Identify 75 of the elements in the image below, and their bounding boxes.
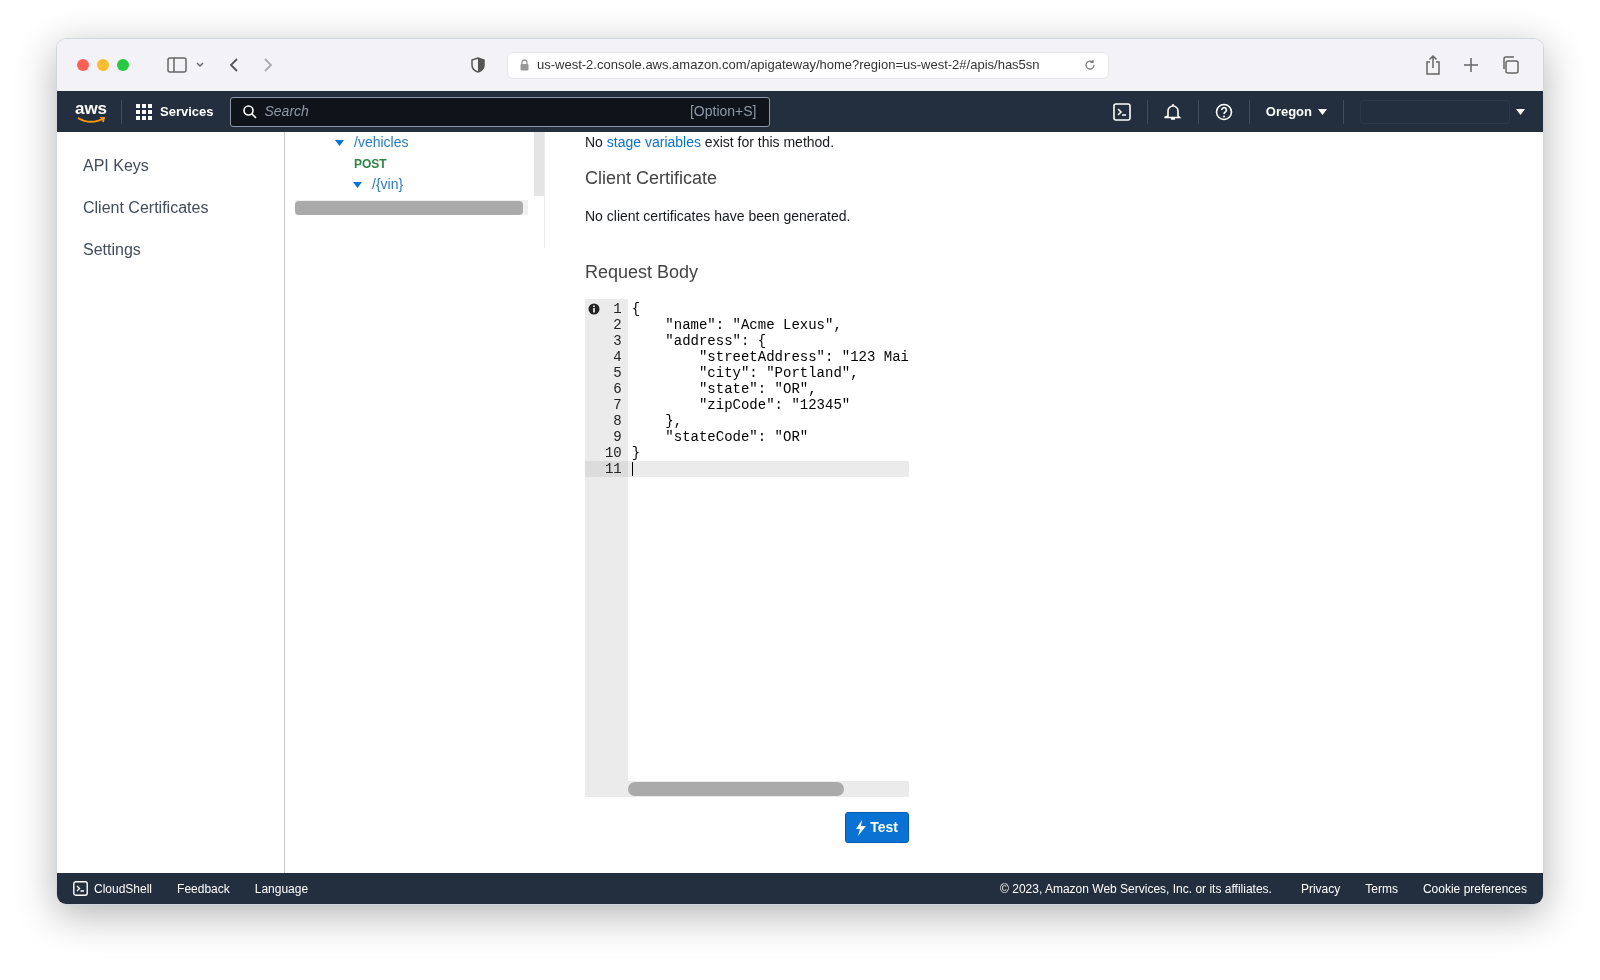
client-certificates-message: No client certificates have been generated. (585, 207, 852, 226)
horizontal-scrollbar[interactable] (628, 781, 909, 797)
line-number: 8 (613, 413, 622, 429)
info-icon (588, 303, 600, 315)
help-icon[interactable] (1214, 102, 1233, 121)
search-icon (242, 104, 257, 119)
line-number: 9 (613, 429, 622, 445)
code-line: "name": "Acme Lexus", (664, 317, 842, 333)
code-line: "zipCode": "12345" (697, 397, 851, 413)
method-link[interactable]: POST (354, 154, 387, 173)
line-number: 5 (613, 365, 622, 381)
section-heading: Client Certificate (585, 167, 719, 190)
grid-icon (136, 103, 152, 120)
caret-icon (1318, 108, 1327, 115)
expanded-caret-icon[interactable] (335, 139, 344, 146)
footer-link[interactable]: Feedback (177, 879, 230, 898)
cloudshell-icon[interactable] (1112, 102, 1131, 121)
expanded-caret-icon[interactable] (353, 181, 362, 188)
keyboard-shortcut: [Option+S] (689, 102, 757, 121)
line-number: 11 (604, 461, 622, 477)
share-icon[interactable] (1425, 55, 1441, 75)
lightning-icon (856, 819, 867, 836)
text-cursor (631, 462, 633, 476)
resource-link[interactable]: /{vin} (372, 174, 404, 195)
sidebar-item[interactable]: Client Certificates (83, 196, 284, 220)
code-line: "streetAddress": "123 Mai (697, 349, 909, 365)
horizontal-scrollbar[interactable] (295, 200, 528, 215)
aws-logo[interactable]: aws (75, 100, 107, 123)
line-number: 2 (613, 317, 622, 333)
line-number: 10 (604, 445, 622, 461)
reload-icon[interactable] (1084, 59, 1096, 71)
line-number: 4 (613, 349, 622, 365)
search-input[interactable]: Search (264, 101, 682, 122)
line-number: 7 (613, 397, 622, 413)
sidebar-item[interactable]: API Keys (83, 154, 284, 178)
chevron-down-icon[interactable] (195, 61, 205, 69)
sidebar-toggle-icon[interactable] (167, 57, 187, 73)
footer-link[interactable]: Privacy (1300, 879, 1341, 898)
region-selector[interactable]: Oregon (1265, 101, 1327, 122)
copyright-text: © 2023, Amazon Web Services, Inc. or its affiliates. (1000, 880, 1272, 898)
footer-link[interactable]: Cookie preferences (1422, 879, 1527, 898)
notifications-icon[interactable] (1163, 102, 1182, 121)
services-menu-button[interactable]: Services (136, 101, 214, 122)
code-line: "state": "OR", (697, 381, 817, 397)
section-heading: Request Body (585, 261, 700, 284)
code-line: } (631, 445, 641, 461)
code-line: "stateCode": "OR" (664, 429, 809, 445)
sidebar-item[interactable]: Settings (83, 238, 284, 262)
stage-variables-note: No stage variables exist for this method. (585, 134, 836, 150)
cloudshell-icon (73, 881, 88, 896)
line-number: 3 (613, 333, 622, 349)
code-line: "city": "Portland", (697, 365, 859, 381)
code-editor[interactable]: 1 2 3 4 5 6 7 8 9 10 11 { "name": "Acme Lexus", "address": { "streetAddress": "123 Mai "city": "Portland", "state": "OR", "zipCode": "12345" }, "stateCode": "OR" } (585, 299, 909, 797)
tabs-overview-icon[interactable] (1501, 56, 1519, 74)
code-line: { (631, 301, 641, 317)
back-icon[interactable] (229, 57, 239, 73)
line-number: 1 (613, 301, 622, 317)
footer-link[interactable]: Terms (1365, 879, 1398, 898)
code-line: "address": { (664, 333, 767, 349)
code-line: }, (664, 413, 683, 429)
caret-icon[interactable] (1516, 108, 1525, 115)
plus-icon[interactable] (1463, 57, 1479, 73)
line-number: 6 (613, 381, 622, 397)
resource-link[interactable]: /vehicles (354, 132, 409, 153)
vertical-scrollbar[interactable] (534, 132, 544, 196)
shield-icon[interactable] (471, 57, 485, 73)
url-text: us-west-2.console.aws.amazon.com/apigateway/home?region=us-west-2#/apis/has5sn (537, 56, 1041, 75)
test-button[interactable]: Test (845, 812, 909, 843)
cloudshell-link[interactable]: CloudShell (73, 879, 153, 898)
lock-icon (520, 59, 529, 71)
address-bar[interactable]: us-west-2.console.aws.amazon.com/apigateway/home?region=us-west-2#/apis/has5sn (507, 51, 1109, 79)
stage-variables-link[interactable]: stage variables (606, 134, 701, 150)
footer-link[interactable]: Language (254, 879, 309, 898)
close-window-button[interactable] (77, 59, 89, 71)
search-field[interactable]: Search [Option+S] (229, 96, 770, 127)
